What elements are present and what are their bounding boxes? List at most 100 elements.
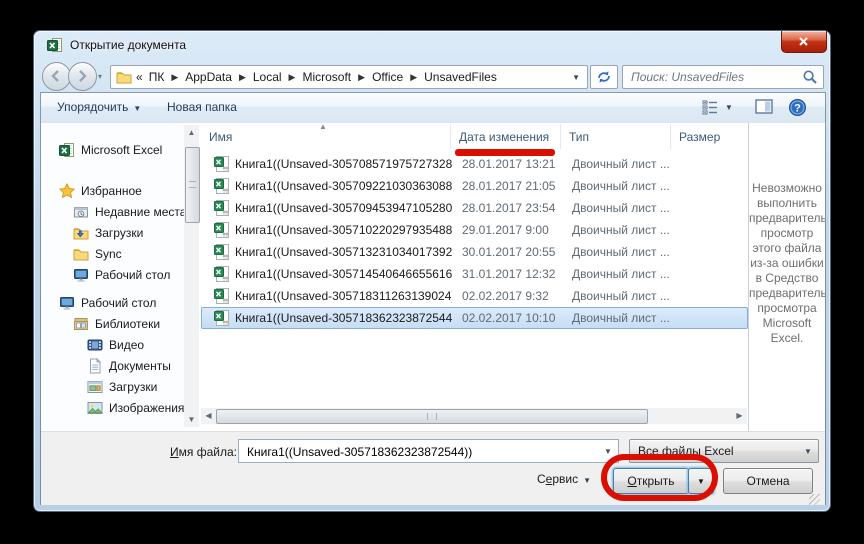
breadcrumb-segment[interactable]: AppData xyxy=(183,70,234,84)
annotation-red-circle xyxy=(601,454,718,501)
folder-icon xyxy=(73,246,89,262)
file-row[interactable]: Книга1((Unsaved-305709453947105280))28.0… xyxy=(201,197,748,219)
breadcrumb-segment[interactable]: UnsavedFiles xyxy=(422,70,499,84)
sidebar-item-избранное[interactable]: Избранное xyxy=(41,180,184,201)
scroll-left-icon[interactable]: ◀ xyxy=(201,408,216,424)
sidebar-item-загрузки[interactable]: Загрузки xyxy=(41,222,184,243)
tools-menu-button[interactable]: Сервис▼ xyxy=(537,472,591,486)
file-row[interactable]: Книга1((Unsaved-305718311263139024))02.0… xyxy=(201,285,748,307)
chevron-down-icon: ▼ xyxy=(583,476,591,485)
sidebar-item-label: Sync xyxy=(95,247,122,261)
breadcrumb: « ПК▶AppData▶Local▶Microsoft▶Office▶Unsa… xyxy=(110,65,588,89)
file-list: Имя▲Дата измененияТипРазмер Книга1((Unsa… xyxy=(201,123,748,431)
sidebar-item-видео[interactable]: Видео xyxy=(41,334,184,355)
scrollbar-thumb[interactable] xyxy=(185,147,200,223)
views-button[interactable] xyxy=(701,98,719,119)
file-row[interactable]: Книга1((Unsaved-305710220297935488))29.0… xyxy=(201,219,748,241)
preview-pane-button[interactable] xyxy=(755,98,774,119)
sidebar-item-microsoft-excel[interactable]: Microsoft Excel xyxy=(41,139,184,160)
column-header-3[interactable]: Тип xyxy=(561,124,671,149)
dialog-client-area: Упорядочить▼ Новая папка ▼ ? Microsoft E… xyxy=(41,93,825,504)
sidebar-vertical-scrollbar[interactable]: ▲ ▼ xyxy=(184,125,199,427)
command-bar: Упорядочить▼ Новая папка ▼ ? xyxy=(41,93,825,124)
breadcrumb-segment[interactable]: ПК xyxy=(147,70,167,84)
sidebar-item-sync[interactable]: Sync xyxy=(41,243,184,264)
file-row[interactable]: Книга1((Unsaved-305714540646655616))31.0… xyxy=(201,263,748,285)
sidebar-item-label: Рабочий стол xyxy=(81,296,156,310)
file-name: Книга1((Unsaved-305709453947105280)) xyxy=(235,201,452,215)
organize-button[interactable]: Упорядочить▼ xyxy=(57,100,141,114)
file-name: Книга1((Unsaved-305718362323872544)) xyxy=(235,311,452,325)
file-date-modified: 31.01.2017 12:32 xyxy=(452,267,562,281)
file-row[interactable]: Книга1((Unsaved-305708571975727328))28.0… xyxy=(201,153,748,175)
breadcrumb-overflow-chevron[interactable]: « xyxy=(136,70,143,84)
breadcrumb-segment[interactable]: Office xyxy=(370,70,405,84)
list-horizontal-scrollbar[interactable]: ◀ ▶ xyxy=(201,408,747,424)
file-type: Двоичный лист ... xyxy=(562,289,672,303)
downloads-folder-icon xyxy=(73,225,89,241)
breadcrumb-separator-icon[interactable]: ▶ xyxy=(405,72,422,83)
excel-file-icon xyxy=(214,266,230,282)
scroll-down-icon[interactable]: ▼ xyxy=(184,412,199,427)
breadcrumb-separator-icon[interactable]: ▶ xyxy=(234,72,251,83)
excel-file-icon xyxy=(214,222,230,238)
breadcrumb-dropdown-icon[interactable]: ▼ xyxy=(565,73,587,82)
new-folder-button[interactable]: Новая папка xyxy=(167,100,237,114)
file-date-modified: 29.01.2017 9:00 xyxy=(452,223,562,237)
search-input[interactable] xyxy=(629,68,793,86)
excel-file-icon xyxy=(214,310,230,326)
file-name: Книга1((Unsaved-305710220297935488)) xyxy=(235,223,452,237)
breadcrumb-separator-icon[interactable]: ▶ xyxy=(166,72,183,83)
column-header-4[interactable]: Размер xyxy=(671,124,758,149)
excel-file-icon xyxy=(214,156,230,172)
sidebar-item-загрузки[interactable]: Загрузки xyxy=(41,376,184,397)
file-type: Двоичный лист ... xyxy=(562,179,672,193)
chevron-down-icon: ▼ xyxy=(798,440,818,462)
views-dropdown-icon[interactable]: ▼ xyxy=(725,103,733,112)
sidebar-item-label: Изображения xyxy=(109,401,184,415)
history-dropdown-icon[interactable]: ▾ xyxy=(98,72,102,81)
breadcrumb-segment[interactable]: Local xyxy=(251,70,284,84)
sidebar-item-label: Видео xyxy=(109,338,144,352)
breadcrumb-segment[interactable]: Microsoft xyxy=(300,70,353,84)
sidebar-item-библиотеки[interactable]: Библиотеки xyxy=(41,313,184,334)
sidebar-item-рабочий-стол[interactable]: Рабочий стол xyxy=(41,264,184,285)
folder-icon xyxy=(116,69,132,85)
sidebar-item-изображения[interactable]: Изображения xyxy=(41,397,184,418)
file-name: Книга1((Unsaved-305713231034017392)) xyxy=(235,245,452,259)
close-button[interactable] xyxy=(781,31,827,53)
column-header-2[interactable]: Дата изменения xyxy=(451,124,561,149)
file-name: Книга1((Unsaved-305718311263139024)) xyxy=(235,289,452,303)
excel-file-icon xyxy=(214,244,230,260)
filename-input[interactable] xyxy=(245,443,594,461)
file-row[interactable]: Книга1((Unsaved-305718362323872544))02.0… xyxy=(201,307,748,329)
file-date-modified: 30.01.2017 20:55 xyxy=(452,245,562,259)
filename-label: Имя файла: xyxy=(141,445,237,459)
document-icon xyxy=(87,358,103,374)
back-button[interactable] xyxy=(42,62,71,91)
breadcrumb-separator-icon[interactable]: ▶ xyxy=(353,72,370,83)
breadcrumb-separator-icon[interactable]: ▶ xyxy=(284,72,301,83)
sidebar-item-недавние-места[interactable]: Недавние места xyxy=(41,201,184,222)
help-button[interactable]: ? xyxy=(788,98,807,120)
scroll-right-icon[interactable]: ▶ xyxy=(732,408,747,424)
scrollbar-thumb[interactable] xyxy=(216,409,648,424)
downloads-library-icon xyxy=(87,379,103,395)
sidebar-item-рабочий-стол[interactable]: Рабочий стол xyxy=(41,292,184,313)
column-header-1[interactable]: Имя▲ xyxy=(201,124,451,149)
resize-grip[interactable] xyxy=(809,494,820,505)
refresh-button[interactable] xyxy=(590,65,618,89)
scroll-up-icon[interactable]: ▲ xyxy=(184,125,199,140)
forward-button[interactable] xyxy=(68,62,97,91)
file-row[interactable]: Книга1((Unsaved-305709221030363088))28.0… xyxy=(201,175,748,197)
cancel-button[interactable]: Отмена xyxy=(723,468,813,494)
preview-pane: Невозможно выполнить предварительный про… xyxy=(749,123,825,431)
sidebar-item-label: Библиотеки xyxy=(95,317,160,331)
libraries-icon xyxy=(73,316,89,332)
navigation-pane: Microsoft ExcelИзбранноеНедавние местаЗа… xyxy=(41,123,184,431)
views-icon xyxy=(701,105,719,119)
window-titlebar[interactable]: Открытие документа xyxy=(34,31,830,61)
file-date-modified: 28.01.2017 23:54 xyxy=(452,201,562,215)
file-row[interactable]: Книга1((Unsaved-305713231034017392))30.0… xyxy=(201,241,748,263)
sidebar-item-документы[interactable]: Документы xyxy=(41,355,184,376)
